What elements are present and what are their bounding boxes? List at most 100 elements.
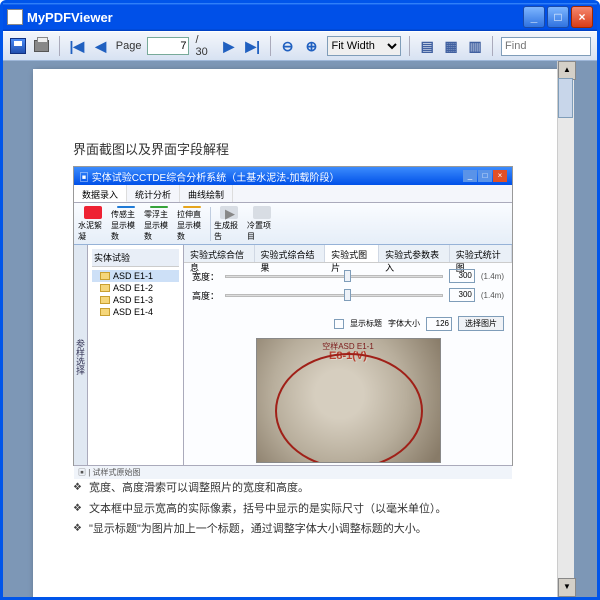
height-row: 高度： 300 (1.4m) bbox=[192, 288, 504, 302]
app-window: MyPDFViewer _ □ × |◀ ◀ Page / 30 ▶ ▶| ⊖ … bbox=[0, 0, 600, 600]
inner-ribbon: 水泥絮凝 传感主显示模数 零浮主显示模数 拉伸直显示模数 ▶生成报告 冷置项目 bbox=[74, 203, 512, 245]
height-slider bbox=[225, 294, 443, 297]
ribbon-btn-2: 传感主显示模数 bbox=[111, 206, 141, 242]
folder-icon bbox=[100, 284, 110, 292]
window-title: MyPDFViewer bbox=[27, 10, 523, 25]
subtab-5: 实验式统计图 bbox=[450, 245, 512, 262]
show-title-label: 显示标题 bbox=[350, 318, 382, 329]
height-value: 300 bbox=[449, 288, 475, 302]
inner-main-tabs: 数据录入 统计分析 曲线绘制 bbox=[74, 185, 512, 203]
width-row: 宽度： 300 (1.4m) bbox=[192, 269, 504, 283]
height-unit: (1.4m) bbox=[481, 291, 504, 300]
content-area: 界面截图以及界面字段解程 ▣ 实体试验CCTDE综合分析系统（土基水泥法-加载阶… bbox=[3, 61, 597, 597]
embedded-screenshot: ▣ 实体试验CCTDE综合分析系统（土基水泥法-加载阶段） _ □ × 数据录入… bbox=[73, 166, 513, 466]
slider-thumb bbox=[344, 270, 351, 282]
inner-controls: 宽度： 300 (1.4m) 高度： 300 (1.4m) bbox=[184, 263, 512, 313]
list-item: "显示标题"为图片加上一个标题，通过调整字体大小调整标题的大小。 bbox=[73, 519, 517, 540]
view-single-button[interactable]: ▤ bbox=[418, 37, 436, 55]
maximize-button[interactable]: □ bbox=[547, 6, 569, 28]
fontsize-value: 126 bbox=[426, 317, 452, 331]
tree-item: ASD E1-2 bbox=[92, 282, 179, 294]
inner-title-text: ▣ 实体试验CCTDE综合分析系统（土基水泥法-加载阶段） bbox=[79, 169, 340, 184]
prev-page-button[interactable]: ◀ bbox=[92, 37, 110, 55]
height-label: 高度： bbox=[192, 289, 219, 302]
page-input[interactable] bbox=[147, 37, 189, 55]
ribbon-btn-5: ▶生成报告 bbox=[214, 206, 244, 242]
zoom-select[interactable]: Fit Width bbox=[327, 36, 402, 56]
separator bbox=[270, 36, 271, 56]
zoom-in-button[interactable]: ⊕ bbox=[303, 37, 321, 55]
tree-item: ASD E1-1 bbox=[92, 270, 179, 282]
show-title-checkbox bbox=[334, 319, 344, 329]
separator bbox=[492, 36, 493, 56]
inner-titlebar: ▣ 实体试验CCTDE综合分析系统（土基水泥法-加载阶段） _ □ × bbox=[74, 167, 512, 185]
inner-close-icon: × bbox=[493, 170, 507, 182]
print-button[interactable] bbox=[33, 37, 51, 55]
tree-item: ASD E1-4 bbox=[92, 306, 179, 318]
inner-right-panel: 实验式综合信息 实验式综合结果 实验式图片 实验式参数表入 实验式统计图 宽度：… bbox=[184, 245, 512, 465]
folder-icon bbox=[100, 296, 110, 304]
list-item: 宽度、高度滑索可以调整照片的宽度和高度。 bbox=[73, 478, 517, 499]
save-icon bbox=[10, 38, 26, 54]
scrollbar-thumb[interactable] bbox=[558, 78, 573, 118]
print-icon bbox=[34, 40, 49, 52]
folder-icon bbox=[100, 308, 110, 316]
next-page-button[interactable]: ▶ bbox=[220, 37, 238, 55]
close-button[interactable]: × bbox=[571, 6, 593, 28]
bullet-list: 宽度、高度滑索可以调整照片的宽度和高度。 文本框中显示宽高的实际像素，括号中显示… bbox=[73, 478, 517, 540]
titlebar: MyPDFViewer _ □ × bbox=[3, 3, 597, 31]
folder-icon bbox=[100, 272, 110, 280]
subtab-1: 实验式综合信息 bbox=[184, 245, 255, 262]
window-buttons: _ □ × bbox=[523, 6, 593, 28]
select-image-button: 选择图片 bbox=[458, 316, 504, 331]
width-slider bbox=[225, 275, 443, 278]
slider-thumb bbox=[344, 289, 351, 301]
tree-item: ASD E1-3 bbox=[92, 294, 179, 306]
inner-max-icon: □ bbox=[478, 170, 492, 182]
subtab-3: 实验式图片 bbox=[325, 245, 379, 262]
find-input[interactable] bbox=[501, 37, 591, 56]
tree-header: 实体试验 bbox=[92, 249, 179, 267]
tab-data-entry: 数据录入 bbox=[74, 185, 127, 202]
save-button[interactable] bbox=[9, 37, 27, 55]
ribbon-btn-3: 零浮主显示模数 bbox=[144, 206, 174, 242]
inner-subtabs: 实验式综合信息 实验式综合结果 实验式图片 实验式参数表入 实验式统计图 bbox=[184, 245, 512, 263]
inner-window-buttons: _ □ × bbox=[463, 170, 507, 182]
view-facing-button[interactable]: ▥ bbox=[466, 37, 484, 55]
separator bbox=[409, 36, 410, 56]
zoom-out-button[interactable]: ⊖ bbox=[279, 37, 297, 55]
minimize-button[interactable]: _ bbox=[523, 6, 545, 28]
inner-status: ▣ | 试样式原始图 bbox=[74, 465, 512, 479]
width-unit: (1.4m) bbox=[481, 272, 504, 281]
page-total: / 30 bbox=[195, 34, 213, 58]
vertical-scrollbar[interactable] bbox=[557, 61, 574, 597]
tab-stats: 统计分析 bbox=[127, 185, 180, 202]
ribbon-btn-6: 冷置项目 bbox=[247, 206, 277, 242]
page-label: Page bbox=[116, 40, 142, 52]
inner-body: 参样选择 实体试验 ASD E1-1 ASD E1-2 ASD E1-3 ASD… bbox=[74, 245, 512, 465]
width-label: 宽度： bbox=[192, 270, 219, 283]
tab-curves: 曲线绘制 bbox=[180, 185, 233, 202]
section-heading: 界面截图以及界面字段解程 bbox=[73, 139, 517, 158]
inner-accordion: 参样选择 bbox=[74, 245, 88, 465]
last-page-button[interactable]: ▶| bbox=[244, 37, 262, 55]
options-row: 显示标题 字体大小 126 选择图片 bbox=[192, 316, 504, 331]
view-continuous-button[interactable]: ▦ bbox=[442, 37, 460, 55]
inner-min-icon: _ bbox=[463, 170, 477, 182]
ribbon-btn-1: 水泥絮凝 bbox=[78, 206, 108, 242]
image-preview: 空样ASD E1-1 E8-1(V) bbox=[256, 338, 441, 463]
toolbar: |◀ ◀ Page / 30 ▶ ▶| ⊖ ⊕ Fit Width ▤ ▦ ▥ bbox=[3, 31, 597, 61]
first-page-button[interactable]: |◀ bbox=[68, 37, 86, 55]
app-icon bbox=[7, 9, 23, 25]
width-value: 300 bbox=[449, 269, 475, 283]
subtab-2: 实验式综合结果 bbox=[255, 245, 326, 262]
fontsize-label: 字体大小 bbox=[388, 318, 420, 329]
list-item: 文本框中显示宽高的实际像素，括号中显示的是实际尺寸（以毫米单位）。 bbox=[73, 499, 517, 520]
ribbon-sep bbox=[210, 207, 211, 241]
image-circle bbox=[275, 353, 423, 463]
page-view: 界面截图以及界面字段解程 ▣ 实体试验CCTDE综合分析系统（土基水泥法-加载阶… bbox=[33, 69, 557, 597]
subtab-4: 实验式参数表入 bbox=[379, 245, 450, 262]
inner-tree: 实体试验 ASD E1-1 ASD E1-2 ASD E1-3 ASD E1-4 bbox=[88, 245, 184, 465]
ribbon-btn-4: 拉伸直显示模数 bbox=[177, 206, 207, 242]
separator bbox=[59, 36, 60, 56]
